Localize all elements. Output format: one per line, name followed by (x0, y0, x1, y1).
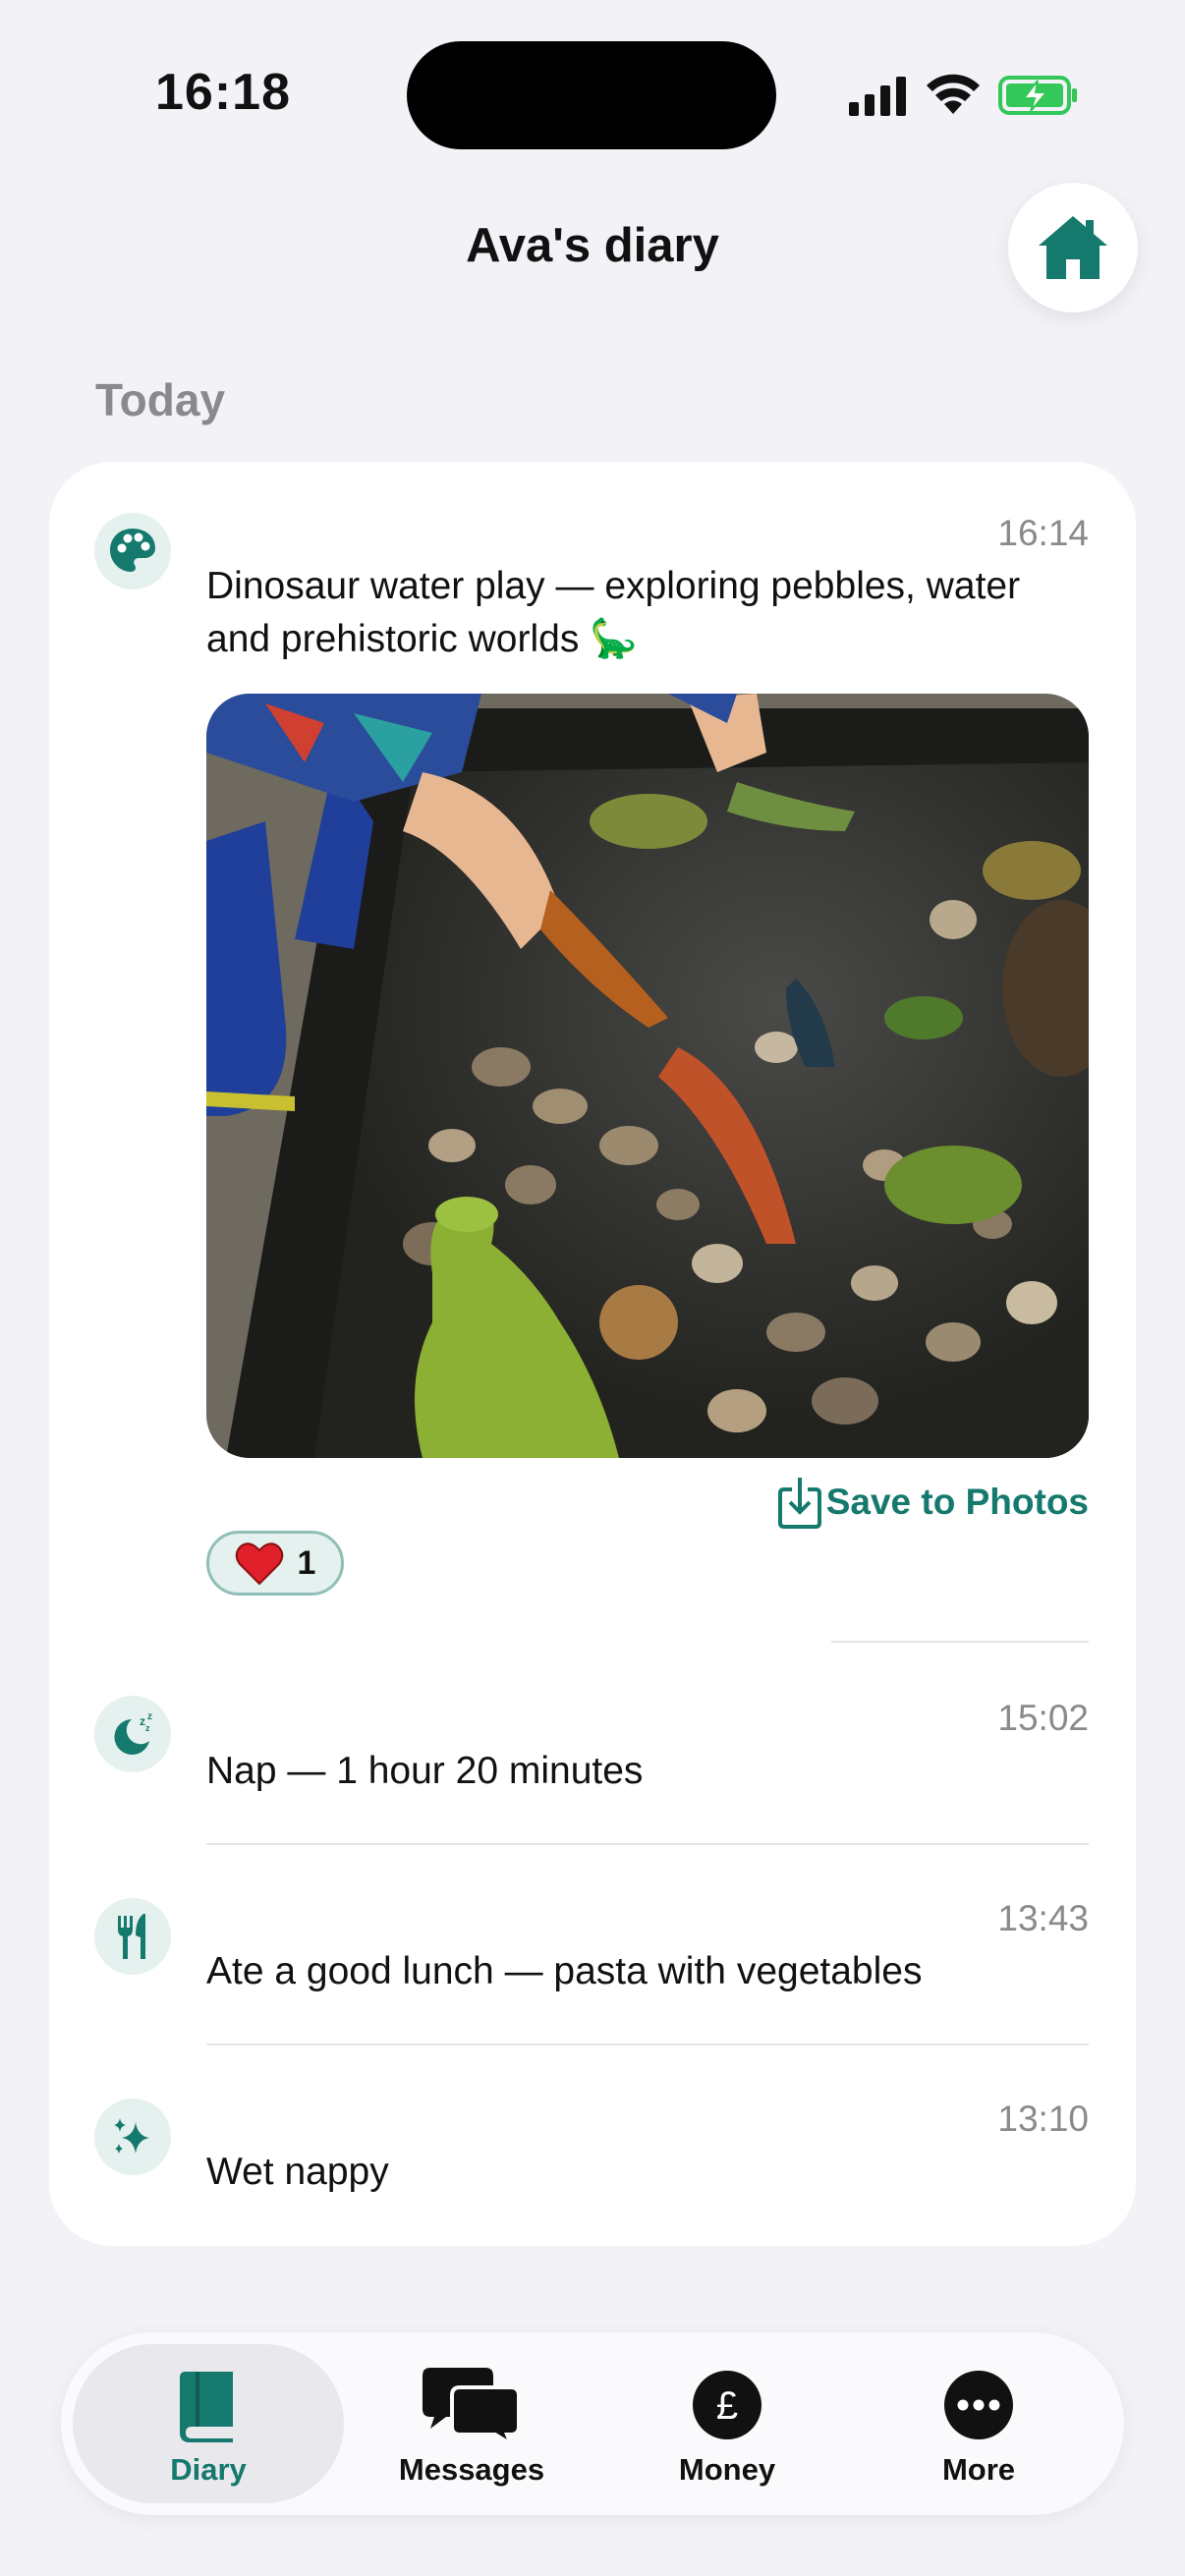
svg-text:z: z (147, 1711, 152, 1722)
entry-time: 15:02 (997, 1698, 1089, 1738)
tab-messages[interactable]: Messages (336, 2344, 607, 2503)
diary-card: 16:14 Dinosaur water play — exploring pe… (49, 462, 1136, 2246)
fork-knife-icon (94, 1898, 171, 1975)
tab-label: Money (678, 2452, 776, 2487)
tab-bar: Diary Messages £ Money More (61, 2332, 1124, 2515)
tab-more[interactable]: More (843, 2344, 1114, 2503)
book-icon (159, 2366, 257, 2444)
divider (831, 1641, 1089, 1643)
divider (206, 1843, 1089, 1845)
heart-icon (235, 1542, 283, 1586)
activity-photo[interactable] (206, 694, 1089, 1458)
tab-diary[interactable]: Diary (73, 2344, 344, 2503)
section-header-today: Today (95, 374, 226, 425)
photo-image (206, 694, 1089, 1458)
home-icon (1039, 216, 1107, 279)
pound-icon: £ (678, 2366, 776, 2444)
chat-bubbles-icon (423, 2366, 521, 2444)
entry-text: Wet nappy (206, 2151, 389, 2193)
svg-text:z: z (145, 1723, 150, 1733)
svg-text:£: £ (716, 2384, 738, 2428)
entry-time: 13:10 (997, 2099, 1089, 2139)
entry-text: Nap — 1 hour 20 minutes (206, 1750, 644, 1792)
divider (206, 2044, 1089, 2045)
save-to-photos-label: Save to Photos (825, 1482, 1089, 1522)
status-bar: 16:18 (0, 0, 1185, 187)
dynamic-island (407, 41, 776, 149)
palette-icon (94, 513, 171, 589)
tab-label: Messages (398, 2452, 545, 2487)
moon-sleep-icon: z z z (94, 1696, 171, 1772)
tab-money[interactable]: £ Money (592, 2344, 863, 2503)
tab-label: Diary (170, 2452, 247, 2487)
cellular-signal-icon (849, 77, 906, 116)
entry-time: 16:14 (997, 513, 1089, 553)
sparkles-icon (94, 2099, 171, 2175)
tab-label: More (941, 2452, 1016, 2487)
battery-charging-icon (998, 76, 1077, 115)
status-time: 16:18 (155, 64, 291, 121)
entry-text: Dinosaur water play — exploring pebbles,… (206, 565, 1021, 660)
save-to-photos-button[interactable]: Save to Photos (727, 1474, 1089, 1533)
wifi-icon (927, 74, 980, 114)
reaction-count: 1 (297, 1543, 316, 1582)
entry-text: Ate a good lunch — pasta with vegetables (206, 1950, 923, 1992)
download-icon (778, 1478, 821, 1529)
ellipsis-icon (930, 2366, 1028, 2444)
entry-time: 13:43 (997, 1898, 1089, 1938)
reaction-badge[interactable]: 1 (206, 1531, 344, 1596)
home-button[interactable] (1008, 183, 1138, 312)
